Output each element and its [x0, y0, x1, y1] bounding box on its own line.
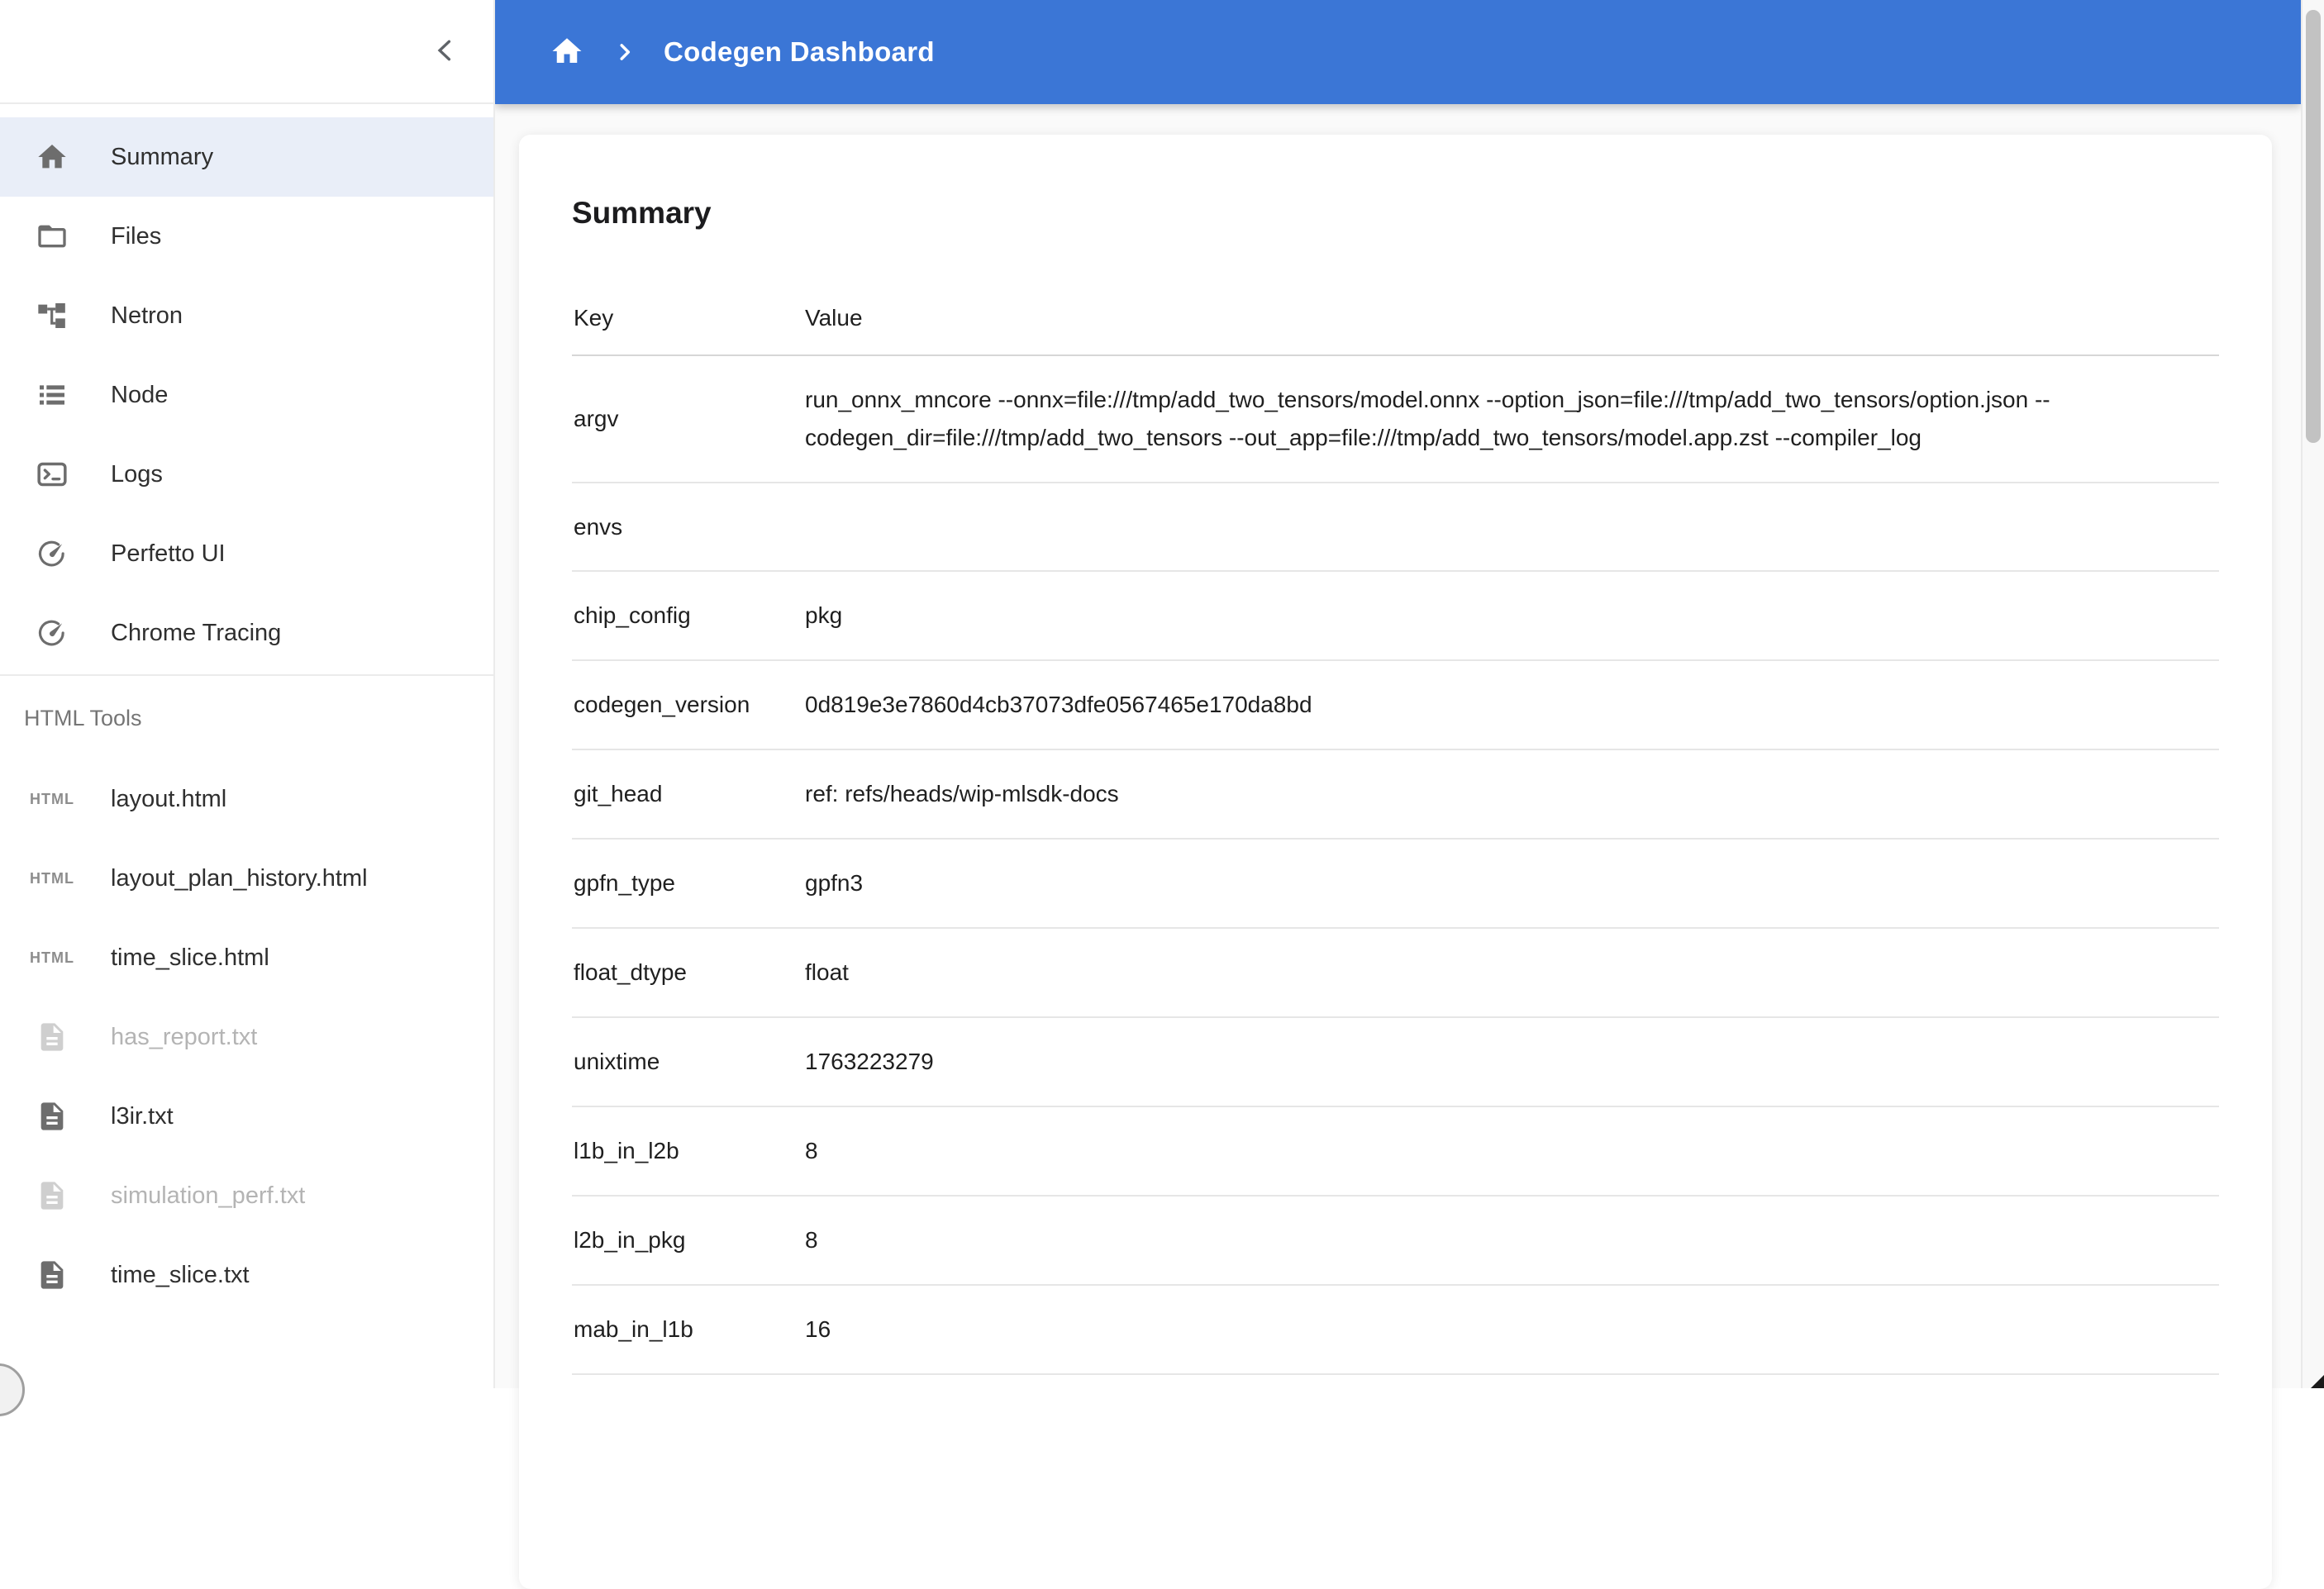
page-title: Summary: [572, 135, 2219, 231]
scrollbar-corner: [2311, 1375, 2324, 1388]
sidebar: Summary Files Netron Node Logs Perfetto …: [0, 0, 495, 1388]
row-key: l2b_in_pkg: [574, 1221, 805, 1259]
html-badge-icon: HTML: [33, 870, 71, 887]
row-key: git_head: [574, 775, 805, 813]
sidebar-tool-item-label: layout_plan_history.html: [111, 865, 368, 892]
table-row: gpfn_type gpfn3: [572, 840, 2219, 929]
sidebar-section-label: HTML Tools: [0, 676, 493, 728]
row-key: codegen_version: [574, 686, 805, 724]
row-value: run_onnx_mncore --onnx=file:///tmp/add_t…: [805, 356, 2219, 482]
sidebar-tool-item-label: time_slice.html: [111, 944, 269, 972]
table-row: unixtime 1763223279: [572, 1018, 2219, 1107]
sidebar-item-label: Logs: [111, 461, 163, 488]
vertical-scrollbar: [2301, 0, 2324, 1388]
row-value: float: [805, 929, 2219, 1016]
sidebar-tool-item-layout-plan-history-html[interactable]: HTML layout_plan_history.html: [0, 839, 493, 918]
html-badge-icon: HTML: [33, 791, 71, 808]
row-key: unixtime: [574, 1043, 805, 1081]
list-icon: [33, 378, 71, 412]
sidebar-item-logs[interactable]: Logs: [0, 435, 493, 514]
table-row: float_dtype float: [572, 929, 2219, 1018]
table-row: codegen_version 0d819e3e7860d4cb37073dfe…: [572, 661, 2219, 750]
row-key: envs: [574, 508, 805, 546]
sidebar-tool-item-label: l3ir.txt: [111, 1103, 174, 1130]
column-header-key: Key: [574, 305, 805, 331]
sidebar-item-label: Perfetto UI: [111, 540, 226, 568]
row-key: gpfn_type: [574, 864, 805, 902]
row-key: l1b_in_l2b: [574, 1132, 805, 1170]
column-header-value: Value: [805, 305, 2219, 331]
row-key: chip_config: [574, 597, 805, 635]
sidebar-item-perfetto-ui[interactable]: Perfetto UI: [0, 514, 493, 593]
sidebar-tool-item-time-slice-html[interactable]: HTML time_slice.html: [0, 918, 493, 997]
file-text-icon: [33, 1179, 71, 1212]
sidebar-item-files[interactable]: Files: [0, 197, 493, 276]
row-value: [805, 502, 2219, 552]
sidebar-tool-item-label: has_report.txt: [111, 1024, 257, 1051]
sidebar-tool-item-l3ir-txt[interactable]: l3ir.txt: [0, 1077, 493, 1156]
main-content: Summary Key Value argv run_onnx_mncore -…: [495, 104, 2301, 1388]
sidebar-tool-item-label: time_slice.txt: [111, 1262, 250, 1289]
row-value: 1763223279: [805, 1018, 2219, 1106]
sidebar-item-label: Netron: [111, 302, 183, 330]
row-value: 16: [805, 1286, 2219, 1373]
file-text-icon: [33, 1258, 71, 1292]
gauge-icon: [33, 537, 71, 570]
breadcrumb-home-button[interactable]: [550, 34, 584, 71]
sidebar-item-chrome-tracing[interactable]: Chrome Tracing: [0, 593, 493, 673]
sidebar-item-label: Files: [111, 223, 161, 250]
file-text-icon: [33, 1100, 71, 1133]
sidebar-tool-item-label: simulation_perf.txt: [111, 1182, 305, 1210]
sidebar-tool-item-has-report-txt: has_report.txt: [0, 997, 493, 1077]
row-value: 0d819e3e7860d4cb37073dfe0567465e170da8bd: [805, 661, 2219, 749]
row-value: 8: [805, 1107, 2219, 1195]
home-icon: [550, 34, 584, 71]
file-text-icon: [33, 1020, 71, 1054]
table-body: argv run_onnx_mncore --onnx=file:///tmp/…: [572, 356, 2219, 1375]
sidebar-item-summary[interactable]: Summary: [0, 117, 493, 197]
tree-icon: [33, 299, 71, 332]
sidebar-item-node[interactable]: Node: [0, 355, 493, 435]
app-header: Codegen Dashboard: [495, 0, 2301, 104]
collapse-sidebar-button[interactable]: [422, 28, 469, 74]
row-value: gpfn3: [805, 840, 2219, 927]
row-value: 8: [805, 1197, 2219, 1284]
table-row: l1b_in_l2b 8: [572, 1107, 2219, 1197]
chevron-left-icon: [430, 35, 461, 69]
sidebar-tool-item-time-slice-txt[interactable]: time_slice.txt: [0, 1235, 493, 1315]
table-row: argv run_onnx_mncore --onnx=file:///tmp/…: [572, 356, 2219, 483]
summary-card: Summary Key Value argv run_onnx_mncore -…: [519, 135, 2272, 1589]
sidebar-tool-item-label: layout.html: [111, 786, 226, 813]
sidebar-item-netron[interactable]: Netron: [0, 276, 493, 355]
table-row: l2b_in_pkg 8: [572, 1197, 2219, 1286]
table-row: chip_config pkg: [572, 572, 2219, 661]
table-row: mab_in_l1b 16: [572, 1286, 2219, 1375]
folder-icon: [33, 220, 71, 253]
gauge-icon: [33, 616, 71, 649]
table-row: git_head ref: refs/heads/wip-mlsdk-docs: [572, 750, 2219, 840]
terminal-icon: [33, 458, 71, 491]
table-header-row: Key Value: [572, 260, 2219, 356]
scrollbar-thumb[interactable]: [2306, 10, 2321, 443]
sidebar-tool-item-simulation-perf-txt: simulation_perf.txt: [0, 1156, 493, 1235]
sidebar-item-label: Chrome Tracing: [111, 620, 281, 647]
sidebar-item-label: Summary: [111, 144, 213, 171]
row-key: argv: [574, 400, 805, 438]
row-key: float_dtype: [574, 954, 805, 992]
table-row: envs: [572, 483, 2219, 572]
sidebar-tool-item-layout-html[interactable]: HTML layout.html: [0, 759, 493, 839]
sidebar-header: [0, 0, 493, 104]
sidebar-item-label: Node: [111, 382, 168, 409]
corner-artifact: [0, 1363, 25, 1416]
breadcrumb-title: Codegen Dashboard: [664, 36, 935, 68]
sidebar-tools-nav: HTML layout.html HTML layout_plan_histor…: [0, 728, 493, 1315]
row-value: pkg: [805, 572, 2219, 659]
breadcrumb-chevron-icon: [614, 41, 636, 63]
home-icon: [33, 140, 71, 174]
row-value: ref: refs/heads/wip-mlsdk-docs: [805, 750, 2219, 838]
summary-table: Key Value argv run_onnx_mncore --onnx=fi…: [572, 260, 2219, 1375]
html-badge-icon: HTML: [33, 949, 71, 967]
row-key: mab_in_l1b: [574, 1311, 805, 1349]
sidebar-nav: Summary Files Netron Node Logs Perfetto …: [0, 104, 493, 673]
